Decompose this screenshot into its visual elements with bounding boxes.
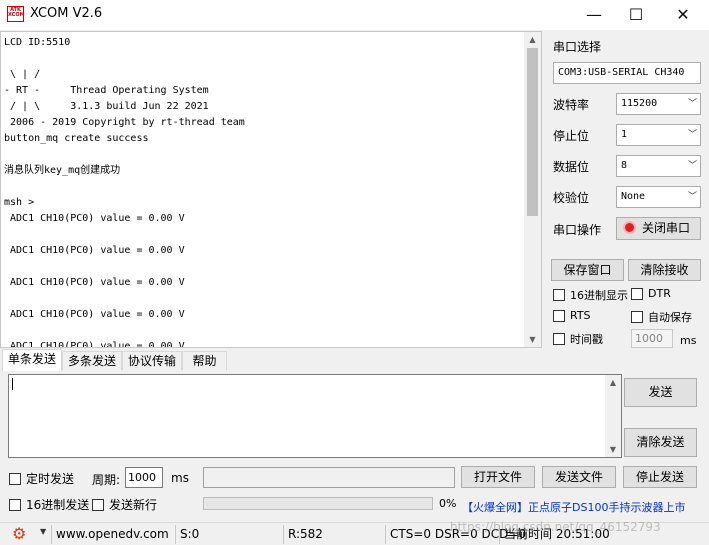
timestamp-interval-input[interactable]: 1000: [631, 329, 673, 348]
chevron-down-icon: ﹀: [687, 99, 697, 109]
send-newline-checkbox[interactable]: 发送新行: [92, 496, 157, 513]
receive-line: ADC1 CH10(PC0) value = 0.00 V: [4, 245, 185, 256]
receive-scrollbar[interactable]: ▲ ▼: [524, 32, 541, 347]
receive-line: \ | /: [4, 69, 41, 80]
hex-send-checkbox[interactable]: 16进制发送: [9, 496, 89, 513]
close-button[interactable]: ✕: [660, 0, 706, 30]
clear-receive-button[interactable]: 清除接收: [628, 259, 701, 281]
baud-select[interactable]: 115200 ﹀: [616, 93, 701, 115]
receive-line: 消息队列key_mq创建成功: [4, 165, 121, 176]
watermark: https://blog.csdn.net/qq_46152793: [450, 520, 661, 534]
chevron-down-icon: ﹀: [687, 130, 697, 140]
receive-line: [4, 291, 524, 307]
app-logo-icon: ATK XCOM: [7, 6, 25, 22]
receive-line: ADC1 CH10(PC0) value = 0.00 V: [4, 341, 185, 348]
tab-single-send[interactable]: 单条发送: [2, 349, 62, 371]
receive-line: / | \ 3.1.3 build Jun 22 2021: [4, 101, 209, 112]
sent-count: S:0: [175, 525, 281, 544]
scroll-down-icon[interactable]: ▼: [524, 332, 541, 347]
received-count: R:582: [283, 525, 383, 544]
receive-line: 2006 - 2019 Copyright by rt-thread team: [4, 117, 245, 128]
receive-area[interactable]: LCD ID:5510 \ | / - RT - Thread Operating…: [0, 31, 542, 348]
serial-settings-panel: 串口选择 COM3:USB-SERIAL CH340 波特率 115200 ﹀ 停…: [544, 31, 709, 351]
receive-line: ADC1 CH10(PC0) value = 0.00 V: [4, 213, 185, 224]
tab-multi-send[interactable]: 多条发送: [62, 351, 122, 370]
receive-line: [4, 323, 524, 339]
scroll-up-icon[interactable]: ▲: [605, 375, 621, 390]
receive-line: ADC1 CH10(PC0) value = 0.00 V: [4, 309, 185, 320]
tab-protocol[interactable]: 协议传输: [122, 351, 182, 370]
clear-send-button[interactable]: 清除发送: [624, 428, 697, 457]
receive-line: msh >: [4, 197, 35, 208]
chevron-down-icon: ﹀: [687, 192, 697, 202]
receive-line: button_mq create success: [4, 133, 149, 144]
receive-text: LCD ID:5510 \ | / - RT - Thread Operating…: [4, 35, 524, 348]
send-file-button[interactable]: 发送文件: [542, 466, 616, 488]
close-port-button[interactable]: 关闭串口: [616, 217, 701, 240]
period-label: 周期:: [92, 473, 121, 487]
website-link[interactable]: www.openedv.com: [51, 525, 173, 544]
port-select[interactable]: COM3:USB-SERIAL CH340: [553, 62, 701, 84]
save-window-button[interactable]: 保存窗口: [551, 259, 624, 281]
hex-display-checkbox[interactable]: 16进制显示: [553, 287, 628, 303]
data-bits-label: 数据位: [553, 160, 590, 174]
title-bar: ATK XCOM XCOM V2.6 — ☐ ✕: [0, 0, 709, 30]
receive-line: LCD ID:5510: [4, 37, 71, 48]
window-title: XCOM V2.6: [30, 6, 103, 21]
gear-icon[interactable]: ⚙: [12, 524, 26, 543]
receive-line: - RT - Thread Operating System: [4, 85, 209, 96]
period-unit: ms: [171, 471, 189, 485]
file-path-input[interactable]: [203, 467, 455, 488]
xcom-window: ATK XCOM XCOM V2.6 — ☐ ✕ LCD ID:5510 \ | …: [0, 0, 709, 545]
receive-line: [4, 179, 524, 195]
send-input[interactable]: ▲ ▼: [8, 374, 622, 458]
port-status-icon: [623, 221, 636, 234]
scroll-up-icon[interactable]: ▲: [524, 32, 541, 47]
send-button[interactable]: 发送: [624, 378, 697, 407]
rts-checkbox[interactable]: RTS: [553, 309, 591, 322]
parity-select[interactable]: None ﹀: [616, 186, 701, 208]
data-bits-select[interactable]: 8 ﹀: [616, 155, 701, 177]
chevron-down-icon: ﹀: [687, 161, 697, 171]
ad-link[interactable]: 【火爆全网】正点原子DS100手持示波器上市: [462, 499, 685, 515]
baud-label: 波特率: [553, 98, 590, 112]
stop-bits-label: 停止位: [553, 129, 590, 143]
scroll-thumb[interactable]: [527, 48, 538, 216]
receive-line: [4, 227, 524, 243]
parity-label: 校验位: [553, 191, 590, 205]
progress-percent: 0%: [439, 497, 457, 510]
port-label: 串口选择: [553, 40, 602, 54]
send-progress-bar: [203, 497, 433, 510]
dtr-checkbox[interactable]: DTR: [631, 287, 671, 300]
period-input[interactable]: 1000: [125, 467, 163, 488]
receive-line: [4, 147, 524, 163]
open-file-button[interactable]: 打开文件: [461, 466, 535, 488]
auto-save-checkbox[interactable]: 自动保存: [631, 309, 692, 325]
timestamp-unit: ms: [680, 334, 697, 347]
send-scrollbar[interactable]: ▲ ▼: [605, 375, 621, 457]
timestamp-checkbox[interactable]: 时间戳: [553, 331, 603, 347]
stop-bits-select[interactable]: 1 ﹀: [616, 124, 701, 146]
text-caret: [12, 378, 13, 390]
minimize-button[interactable]: —: [571, 0, 617, 30]
port-operation-label: 串口操作: [553, 223, 602, 237]
receive-line: [4, 51, 524, 67]
maximize-button[interactable]: ☐: [613, 0, 659, 30]
tab-help[interactable]: 帮助: [182, 351, 227, 370]
receive-line: ADC1 CH10(PC0) value = 0.00 V: [4, 277, 185, 288]
scroll-down-icon[interactable]: ▼: [605, 442, 621, 457]
stop-send-button[interactable]: 停止发送: [623, 466, 697, 488]
receive-line: [4, 259, 524, 275]
chevron-down-icon[interactable]: ▼: [40, 527, 46, 536]
timed-send-checkbox[interactable]: 定时发送: [9, 470, 74, 487]
send-tabs: 单条发送 多条发送 协议传输 帮助: [0, 349, 255, 371]
